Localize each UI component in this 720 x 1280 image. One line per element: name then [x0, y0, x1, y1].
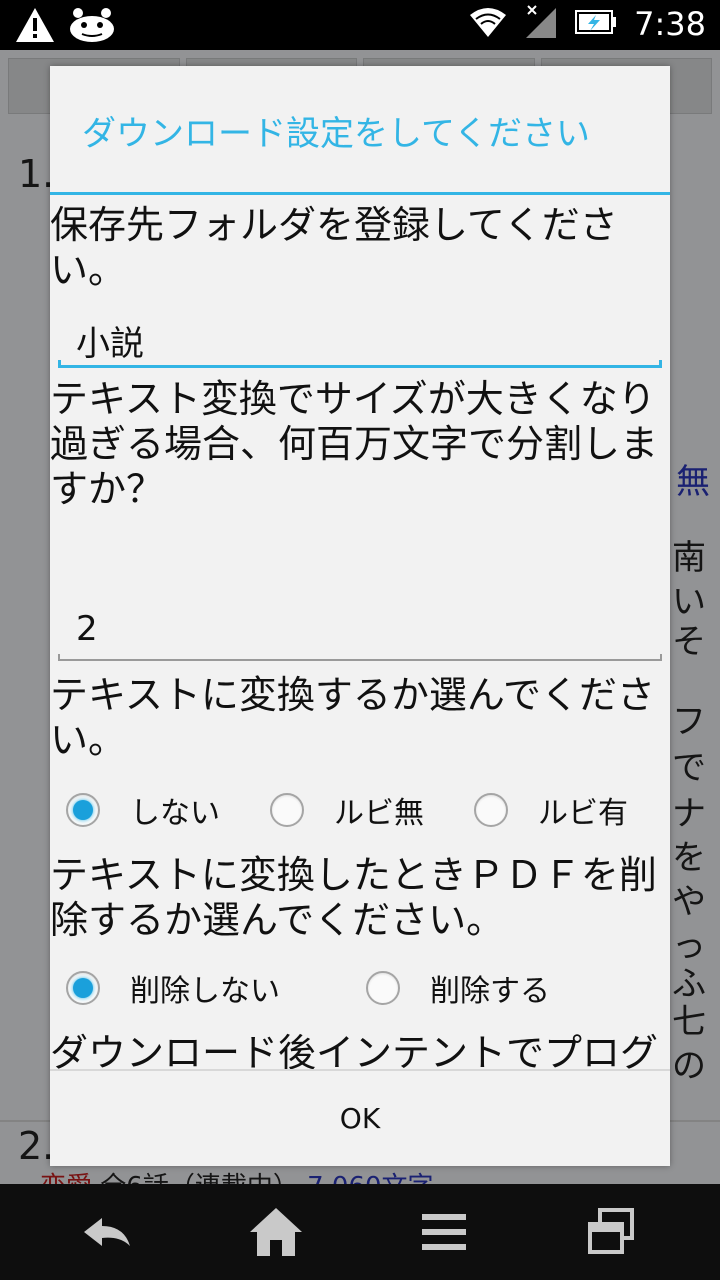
home-icon[interactable]: [246, 1202, 306, 1262]
no-signal-icon: [524, 4, 558, 44]
delete-radio-group: 削除しない 削除する: [50, 958, 670, 1018]
menu-icon[interactable]: [414, 1202, 474, 1262]
status-time: 7:38: [634, 5, 706, 43]
folder-input[interactable]: 小説: [58, 310, 662, 368]
navigation-bar: [0, 1184, 720, 1280]
delete-option-delete[interactable]: 削除する: [366, 966, 550, 1010]
dialog-content[interactable]: 保存先フォルダを登録してください。 小説 テキスト変換でサイズが大きくなり過ぎる…: [50, 195, 670, 1069]
split-count-input[interactable]: 2: [58, 603, 662, 661]
intent-label: ダウンロード後インテントでプログラムを起動しますか？: [50, 1031, 659, 1069]
radio-label: ルビ無: [334, 796, 424, 831]
radio-label: しない: [130, 796, 220, 831]
radio-checked-icon: [66, 971, 100, 1005]
split-label: テキスト変換でサイズが大きくなり過ぎる場合、何百万文字で分割しますか？: [50, 377, 659, 511]
delete-pdf-label: テキストに変換したときＰＤＦを削除するか選んでください。: [50, 853, 657, 942]
ok-button[interactable]: OK: [50, 1071, 670, 1166]
status-bar: 7:38: [0, 0, 720, 50]
radio-unchecked-icon: [270, 793, 304, 827]
warning-icon: [14, 6, 56, 48]
convert-option-none[interactable]: しない: [66, 788, 220, 832]
radio-label: ルビ有: [538, 796, 628, 831]
android-icon: [68, 7, 116, 47]
convert-radio-group: しない ルビ無 ルビ有: [50, 780, 670, 840]
wifi-icon: [468, 5, 508, 43]
radio-label: 削除しない: [130, 974, 280, 1009]
download-settings-dialog: ダウンロード設定をしてください 保存先フォルダを登録してください。 小説 テキス…: [50, 66, 670, 1166]
radio-checked-icon: [66, 793, 100, 827]
dialog-title: ダウンロード設定をしてください: [82, 114, 590, 154]
delete-option-keep[interactable]: 削除しない: [66, 966, 280, 1010]
radio-label: 削除する: [430, 974, 550, 1009]
convert-label: テキストに変換するか選んでください。: [50, 673, 655, 762]
convert-option-no-ruby[interactable]: ルビ無: [270, 788, 424, 832]
folder-input-value: 小説: [76, 324, 144, 364]
convert-option-with-ruby[interactable]: ルビ有: [474, 788, 628, 832]
folder-label: 保存先フォルダを登録してください。: [50, 203, 618, 292]
back-icon[interactable]: [78, 1202, 138, 1262]
recent-apps-icon[interactable]: [582, 1202, 642, 1262]
radio-unchecked-icon: [366, 971, 400, 1005]
split-count-value: 2: [76, 609, 98, 649]
folder-input-underline: [58, 365, 662, 368]
battery-charging-icon: [574, 7, 618, 41]
radio-unchecked-icon: [474, 793, 508, 827]
split-count-underline: [58, 659, 662, 661]
